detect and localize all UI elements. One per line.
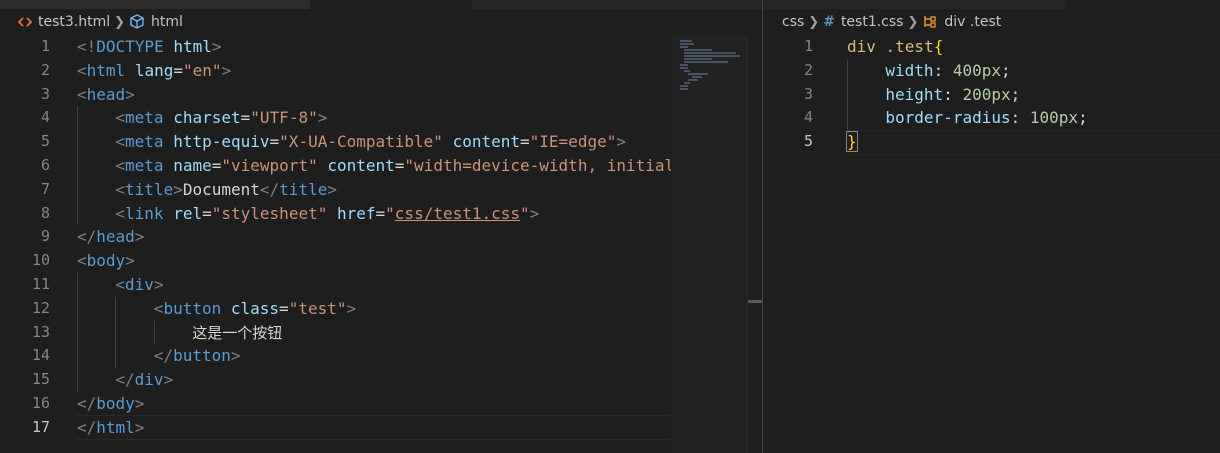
line-number: 15	[31, 370, 50, 389]
vertical-scrollbar[interactable]	[747, 35, 762, 453]
breadcrumb: css ❯ # test1.css ❯ div .test	[763, 10, 1220, 34]
code-line[interactable]: </button>	[77, 344, 671, 369]
matched-bracket: {	[933, 37, 944, 56]
line-number: 6	[40, 155, 50, 174]
code-line[interactable]: <button class="test">	[77, 296, 671, 321]
breadcrumb: test3.html ❯ html	[0, 10, 762, 34]
code-line-active[interactable]: }	[846, 130, 1217, 154]
minimap[interactable]	[672, 35, 747, 453]
code-line[interactable]: </head>	[77, 225, 671, 249]
code-line[interactable]: <body>	[77, 249, 671, 273]
code-line[interactable]: </div>	[77, 368, 671, 392]
chevron-right-icon: ❯	[907, 14, 919, 30]
breadcrumb-file[interactable]: test1.css	[841, 14, 904, 30]
line-number: 12	[31, 298, 50, 317]
code-line[interactable]: border-radius: 100px;	[847, 106, 1217, 131]
line-number: 14	[31, 346, 50, 365]
code-line[interactable]: <div>	[77, 272, 671, 297]
line-number: 2	[40, 60, 50, 79]
code-line[interactable]: <meta name="viewport" content="width=dev…	[77, 153, 671, 178]
tab-strip-edge-2	[472, 0, 762, 9]
code-line[interactable]: div .test{	[847, 35, 1217, 59]
breadcrumb-folder[interactable]: css	[782, 14, 804, 30]
code-line-active[interactable]: </html>	[77, 416, 671, 440]
line-number: 1	[803, 37, 813, 55]
code-line[interactable]: <title>Document</title>	[77, 177, 671, 202]
breadcrumb-symbol[interactable]: div .test	[944, 14, 1001, 30]
line-number-gutter: 1 2 3 4 5 6 7 8 9 10 11 12 13 14 15 16 1…	[0, 35, 50, 440]
chevron-right-icon: ❯	[114, 14, 126, 30]
line-number: 11	[31, 274, 50, 293]
line-number-gutter: 1 2 3 4 5	[763, 35, 813, 154]
tab-strip-edge	[763, 0, 1065, 9]
code-line[interactable]: height: 200px;	[847, 82, 1217, 107]
line-number: 4	[40, 108, 50, 127]
breadcrumb-symbol[interactable]: html	[151, 14, 183, 30]
code-line[interactable]: <!DOCTYPE html>	[77, 35, 671, 59]
breadcrumb-file[interactable]: test3.html	[38, 14, 110, 30]
code-line[interactable]: <head>	[77, 83, 671, 107]
code-line[interactable]: 这是一个按钮	[77, 320, 671, 345]
code-line[interactable]: <link rel="stylesheet" href="css/test1.c…	[77, 201, 671, 226]
line-number: 8	[40, 203, 50, 222]
line-number-active: 17	[31, 417, 50, 436]
line-number: 7	[40, 179, 50, 198]
line-number: 9	[40, 227, 50, 246]
chevron-right-icon: ❯	[808, 14, 820, 30]
line-number-active: 5	[803, 132, 813, 151]
line-number: 10	[31, 251, 50, 270]
html-code-area[interactable]: <!DOCTYPE html> <html lang="en"> <head> …	[77, 35, 671, 440]
line-number: 2	[803, 60, 813, 79]
stylesheet-link[interactable]: css/test1.css	[395, 204, 520, 223]
code-line[interactable]: <meta charset="UTF-8">	[77, 106, 671, 131]
line-number: 5	[40, 132, 50, 151]
scrollbar-thumb[interactable]	[748, 300, 762, 303]
line-number: 3	[803, 84, 813, 103]
code-line[interactable]: </body>	[77, 392, 671, 416]
selector-symbol-icon	[922, 14, 938, 30]
line-number: 1	[40, 37, 50, 55]
line-number: 3	[40, 84, 50, 103]
html-file-icon	[18, 16, 32, 28]
tab-strip-edge	[0, 0, 310, 9]
css-code-area[interactable]: div .test{ width: 400px; height: 200px; …	[846, 35, 1217, 154]
html-editor-pane[interactable]: test3.html ❯ html 1 2 3 4 5 6 7 8 9 10 1…	[0, 0, 762, 453]
code-line[interactable]: <html lang="en">	[77, 59, 671, 83]
code-line[interactable]: width: 400px;	[847, 58, 1217, 83]
line-number: 16	[31, 393, 50, 412]
css-file-icon: #	[823, 14, 835, 30]
line-number: 13	[31, 322, 50, 341]
line-number: 4	[803, 108, 813, 127]
code-line[interactable]: <meta http-equiv="X-UA-Compatible" conte…	[77, 130, 671, 154]
matched-bracket: }	[846, 131, 858, 153]
css-editor-pane[interactable]: css ❯ # test1.css ❯ div .test 1 2 3 4 5 …	[763, 0, 1220, 453]
cube-symbol-icon	[129, 14, 145, 30]
